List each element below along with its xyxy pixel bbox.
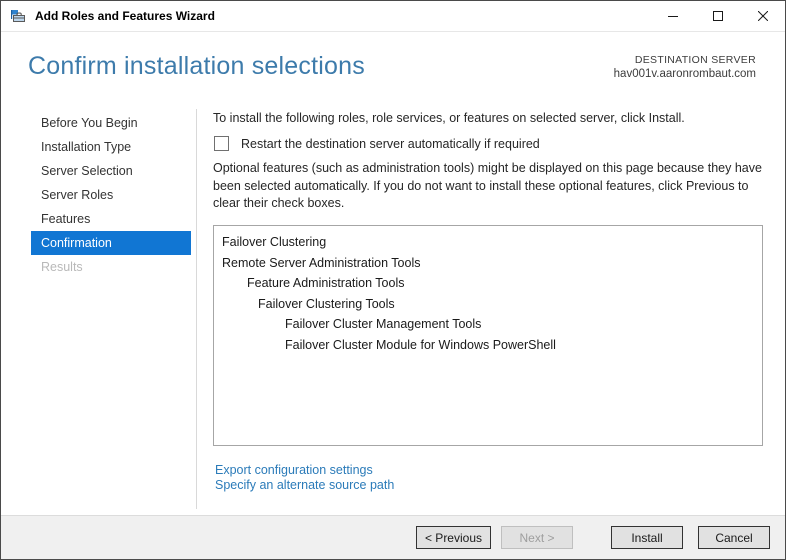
destination-server-label: DESTINATION SERVER [634, 54, 756, 66]
page-title: Confirm installation selections [28, 52, 365, 80]
wizard-app-icon [10, 8, 26, 24]
feature-item: Failover Cluster Management Tools [285, 317, 482, 331]
sidebar-item-server-selection[interactable]: Server Selection [31, 159, 191, 183]
link-specify-alternate-source-path[interactable]: Specify an alternate source path [215, 478, 394, 493]
destination-server-block: DESTINATION SERVER hav001v.aaronrombaut.… [614, 54, 756, 80]
restart-checkbox-label: Restart the destination server automatic… [241, 136, 540, 151]
window-controls [650, 1, 785, 31]
selected-features-list[interactable]: Failover Clustering Remote Server Adminis… [213, 225, 763, 446]
footer-button-next: Next > [501, 526, 573, 549]
restart-checkbox-row[interactable]: Restart the destination server automatic… [214, 136, 540, 151]
feature-item: Failover Clustering Tools [258, 296, 395, 311]
sidebar-item-server-roles[interactable]: Server Roles [31, 183, 191, 207]
feature-item: Failover Clustering [222, 235, 327, 249]
window-title: Add Roles and Features Wizard [35, 9, 215, 23]
close-button[interactable] [740, 1, 785, 31]
sidebar-item-before-you-begin[interactable]: Before You Begin [31, 111, 191, 135]
maximize-button[interactable] [695, 1, 740, 31]
sidebar-item-confirmation[interactable]: Confirmation [31, 231, 191, 255]
footer-button-install[interactable]: Install [611, 526, 683, 549]
minimize-button[interactable] [650, 1, 695, 31]
wizard-window: Add Roles and Features Wizard Confirm in… [0, 0, 786, 560]
footer-button-previous[interactable]: < Previous [415, 526, 491, 549]
sidebar-item-results: Results [41, 260, 83, 274]
feature-item: Feature Administration Tools [247, 276, 405, 290]
link-export-configuration-settings[interactable]: Export configuration settings [215, 463, 394, 478]
destination-server-name: hav001v.aaronrombaut.com [613, 68, 756, 80]
feature-item: Remote Server Administration Tools [222, 255, 421, 270]
sidebar-item-features[interactable]: Features [31, 207, 191, 231]
sidebar-item-installation-type[interactable]: Installation Type [31, 135, 191, 159]
optional-features-note: Optional features (such as administratio… [213, 161, 762, 210]
footer-button-cancel[interactable]: Cancel [698, 526, 770, 549]
intro-text: To install the following roles, role ser… [213, 111, 685, 125]
restart-checkbox[interactable] [214, 136, 229, 151]
titlebar[interactable]: Add Roles and Features Wizard [1, 1, 785, 32]
footer-button-bar: < Previous Next > Install Cancel [1, 515, 785, 559]
action-links: Export configuration settings Specify an … [215, 463, 394, 492]
sidebar-divider [196, 109, 197, 509]
wizard-steps-sidebar: Before You Begin Installation Type Server … [1, 111, 196, 279]
feature-item: Failover Cluster Module for Windows Powe… [285, 337, 556, 352]
